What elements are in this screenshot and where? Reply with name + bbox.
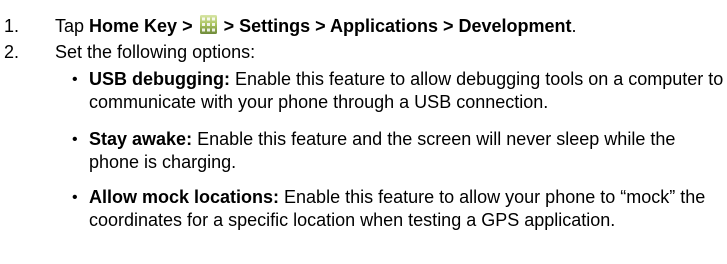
- step-1-end: .: [571, 16, 577, 36]
- step-number: 2.: [4, 42, 20, 62]
- home-key-label: Home Key >: [89, 16, 193, 36]
- settings-path: > Settings > Applications > Development: [218, 16, 572, 36]
- step-1-text: Tap Home Key > > Settings > Applications…: [55, 15, 577, 38]
- bullet-icon: •: [72, 189, 78, 206]
- step-2-text: Set the following options:: [55, 42, 256, 62]
- applications-grid-icon: [199, 15, 217, 34]
- step-number: 1.: [4, 16, 20, 36]
- option-text: USB debugging: Enable this feature to al…: [89, 68, 727, 114]
- option-text: Stay awake: Enable this feature and the …: [89, 128, 727, 174]
- bullet-icon: •: [72, 131, 78, 148]
- step-1-prefix: Tap: [55, 16, 90, 36]
- option-title: Allow mock locations:: [89, 187, 280, 207]
- option-text: Allow mock locations: Enable this featur…: [89, 186, 727, 232]
- option-title: USB debugging:: [89, 69, 230, 89]
- bullet-icon: •: [72, 71, 78, 88]
- option-title: Stay awake:: [89, 129, 193, 149]
